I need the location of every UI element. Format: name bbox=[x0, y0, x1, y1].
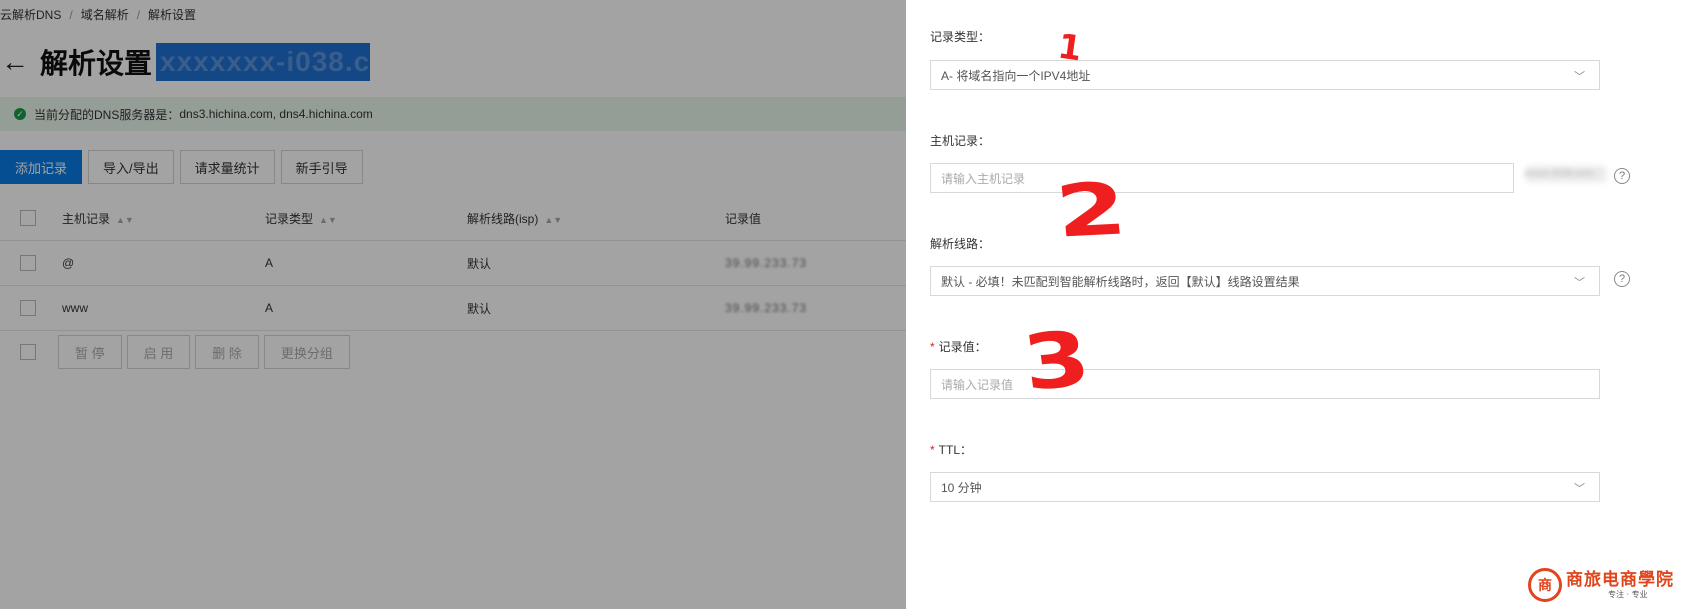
ttl-label-text: TTL： bbox=[938, 443, 973, 457]
logo-text-block: 商旅电商學院 专注 · 专业 bbox=[1562, 571, 1674, 600]
host-suffix: .xxxxx-i038.com bbox=[1522, 168, 1594, 179]
line-value: 默认 - 必填！未匹配到智能解析线路时，返回【默认】线路设置结果 bbox=[941, 274, 1300, 289]
table-row: @ A 默认 39.99.233.73 bbox=[0, 240, 906, 286]
ttl-value: 10 分钟 bbox=[941, 480, 982, 495]
question-circle-icon[interactable]: ? bbox=[1614, 271, 1630, 287]
required-mark: * bbox=[930, 443, 935, 457]
row-checkbox[interactable] bbox=[20, 300, 36, 316]
cell-type: A bbox=[265, 285, 467, 331]
cell-host: @ bbox=[62, 240, 265, 286]
sort-icon[interactable]: ▲▼ bbox=[544, 215, 562, 225]
value-input[interactable]: 请输入记录值 bbox=[930, 369, 1600, 399]
column-line[interactable]: 解析线路(isp) bbox=[467, 212, 538, 226]
bulk-select-checkbox[interactable] bbox=[20, 344, 36, 360]
column-value: 记录值 bbox=[725, 211, 762, 226]
cell-host: www bbox=[62, 285, 265, 331]
ttl-select[interactable]: 10 分钟 ﹀ bbox=[930, 472, 1600, 502]
page-title: 解析设置 bbox=[40, 48, 153, 79]
cell-line: 默认 bbox=[467, 240, 725, 286]
chevron-down-icon: ﹀ bbox=[1574, 483, 1585, 495]
dns-notice-servers: dns3.hichina.com, dns4.hichina.com bbox=[179, 107, 373, 121]
host-label: 主机记录： bbox=[930, 134, 991, 148]
logo-name: 商旅电商學院 bbox=[1566, 569, 1674, 590]
value-label: * 记录值： bbox=[930, 338, 987, 355]
record-type-value: A- 将域名指向一个IPV4地址 bbox=[941, 68, 1091, 83]
host-input[interactable]: 请输入主机记录 bbox=[930, 163, 1514, 193]
record-type-label: 记录类型： bbox=[930, 30, 991, 44]
main-page: 云解析DNS / 域名解析 / 解析设置 ← 解析设置 xxxxxxx-i038.com… bbox=[0, 0, 906, 609]
sort-icon[interactable]: ▲▼ bbox=[319, 215, 337, 225]
row-checkbox[interactable] bbox=[20, 255, 36, 271]
host-placeholder: 请输入主机记录 bbox=[941, 171, 1026, 186]
delete-button[interactable]: 删 除 bbox=[195, 335, 259, 369]
guide-button[interactable]: 新手引导 bbox=[280, 150, 363, 184]
pause-button[interactable]: 暂 停 bbox=[58, 335, 122, 369]
value-placeholder: 请输入记录值 bbox=[941, 377, 1014, 392]
dns-server-notice: ✓ 当前分配的DNS服务器是： dns3.hichina.com, dns4.h… bbox=[0, 97, 906, 131]
required-mark: * bbox=[930, 340, 935, 354]
check-circle-icon: ✓ bbox=[14, 108, 26, 120]
chevron-down-icon: ﹀ bbox=[1574, 71, 1585, 83]
table-header-row: 主机记录 ▲▼ 记录类型 ▲▼ 解析线路(isp) ▲▼ 记录值 bbox=[0, 196, 906, 241]
line-label: 解析线路： bbox=[930, 237, 991, 251]
toolbar: 添加记录 导入/导出 请求量统计 新手引导 bbox=[0, 150, 369, 184]
cell-type: A bbox=[265, 240, 467, 286]
chevron-down-icon: ﹀ bbox=[1574, 277, 1585, 289]
dns-notice-prefix: 当前分配的DNS服务器是： bbox=[34, 107, 180, 122]
line-select[interactable]: 默认 - 必填！未匹配到智能解析线路时，返回【默认】线路设置结果 ﹀ bbox=[930, 266, 1600, 296]
question-circle-icon[interactable]: ? bbox=[1614, 168, 1630, 184]
breadcrumb-separator: / bbox=[136, 8, 141, 22]
record-type-select[interactable]: A- 将域名指向一个IPV4地址 ﹀ bbox=[930, 60, 1600, 90]
cell-value-redacted: 39.99.233.73 bbox=[725, 301, 808, 315]
change-group-button[interactable]: 更换分组 bbox=[263, 335, 350, 369]
breadcrumb-separator: / bbox=[69, 8, 73, 22]
column-type[interactable]: 记录类型 bbox=[265, 212, 313, 226]
request-stats-button[interactable]: 请求量统计 bbox=[179, 150, 275, 184]
value-label-text: 记录值： bbox=[938, 340, 987, 354]
table-row: www A 默认 39.99.233.73 bbox=[0, 285, 906, 331]
cell-line: 默认 bbox=[467, 285, 725, 331]
breadcrumb: 云解析DNS / 域名解析 / 解析设置 bbox=[0, 6, 196, 23]
logo-icon: 商 bbox=[1528, 568, 1562, 602]
select-all-checkbox[interactable] bbox=[20, 210, 36, 226]
sort-icon[interactable]: ▲▼ bbox=[116, 215, 134, 225]
breadcrumb-item-domain[interactable]: 域名解析 bbox=[81, 8, 129, 22]
cell-value-redacted: 39.99.233.73 bbox=[725, 256, 808, 270]
bulk-actions: 暂 停 启 用 删 除 更换分组 bbox=[0, 335, 355, 369]
title-row: ← 解析设置 xxxxxxx-i038.com bbox=[0, 42, 371, 82]
import-export-button[interactable]: 导入/导出 bbox=[88, 150, 174, 184]
back-arrow-icon[interactable]: ← bbox=[0, 47, 30, 77]
add-record-button[interactable]: 添加记录 bbox=[0, 150, 83, 184]
watermark-logo: 商 商旅电商學院 专注 · 专业 bbox=[1528, 565, 1678, 605]
enable-button[interactable]: 启 用 bbox=[126, 335, 191, 369]
records-table: 主机记录 ▲▼ 记录类型 ▲▼ 解析线路(isp) ▲▼ 记录值 @ A 默认 39.… bbox=[0, 196, 906, 331]
breadcrumb-item-dns[interactable]: 云解析DNS bbox=[0, 8, 61, 22]
logo-tagline: 专注 · 专业 bbox=[1608, 589, 1648, 599]
ttl-label: * TTL： bbox=[930, 441, 972, 458]
add-record-drawer: 记录类型： A- 将域名指向一个IPV4地址 ﹀ 主机记录： 请输入主机记录 .… bbox=[906, 0, 1682, 609]
domain-name-redacted: xxxxxxx-i038.com bbox=[156, 43, 371, 81]
breadcrumb-item-current: 解析设置 bbox=[148, 8, 197, 22]
column-host[interactable]: 主机记录 bbox=[62, 212, 110, 226]
